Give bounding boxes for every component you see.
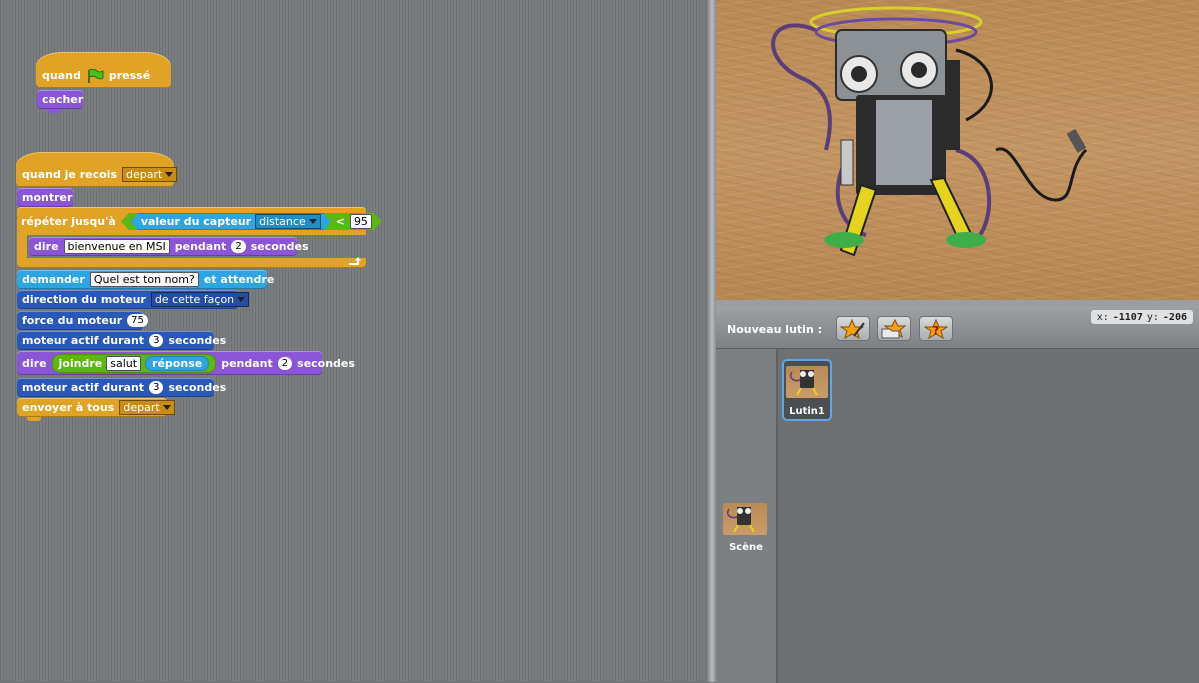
say-for-secs-block[interactable]: dire bienvenue en MSI pendant 2 secondes [29,237,309,256]
receive-message-value: depart [126,168,163,181]
pane-splitter[interactable] [708,0,716,682]
answer-reporter[interactable]: réponse [145,355,210,371]
less-than-operator[interactable]: valeur du capteur distance < 95 [121,213,382,230]
motor-on-unit-label: secondes [168,334,227,347]
script-area[interactable]: quand pressé cacher quand je recois depa… [0,0,708,682]
sensor-value-label: valeur du capteur [140,215,252,228]
join-text-input[interactable]: salut [106,355,142,371]
show-label: montrer [22,191,73,204]
show-block[interactable]: montrer [17,188,73,207]
sprite1-label: Lutin1 [789,406,825,417]
motor-direction-value: de cette façon [154,293,235,306]
svg-text:?: ? [933,324,939,337]
new-sprite-label: Nouveau lutin : [727,323,822,336]
hide-block[interactable]: cacher [37,90,84,113]
motor-on2-secs-input[interactable]: 3 [149,381,164,394]
say-join-block[interactable]: dire joindre salut réponse pendant 2 sec… [17,351,355,375]
motor-direction-label: direction du moteur [22,293,146,306]
motor-direction-dropdown[interactable]: de cette façon [150,292,250,307]
motor-on-for-block-2[interactable]: moteur actif durant 3 secondes [17,378,226,397]
say-unit-label: secondes [250,240,309,253]
motor-power-label: force du moteur [22,314,123,327]
chevron-down-icon [165,172,174,177]
say2-label: dire [22,356,47,370]
x-label: x: [1096,311,1109,323]
broadcast-block[interactable]: envoyer à tous depart [17,398,175,421]
robot-thumbnail-image [726,507,755,533]
stage[interactable] [716,0,1199,302]
less-than-sign: < [335,215,345,228]
receive-message-dropdown[interactable]: depart [122,167,178,182]
hat-clicked-label: pressé [108,69,151,82]
repeat-until-label: répéter jusqu'à [21,215,116,228]
ask-and-wait-block[interactable]: demander Quel est ton nom? et attendre [17,270,274,289]
join-operator[interactable]: joindre salut réponse [51,353,217,373]
chevron-down-icon [309,219,317,224]
motor-on2-unit-label: secondes [168,381,227,394]
when-receive-label: quand je recois [22,168,118,181]
threshold-input[interactable]: 95 [350,214,372,229]
sprite-list-pane: Scène Lutin1 [716,348,1199,683]
ask-wait-label: et attendre [203,273,275,286]
say2-secs-input[interactable]: 2 [277,356,293,370]
stage-selector[interactable]: Scène [716,349,778,683]
say2-unit-label: secondes [297,356,355,370]
loop-arrow-icon [349,257,361,265]
say-for-label: pendant [174,240,227,253]
answer-label: réponse [152,356,203,370]
paint-new-sprite-button[interactable] [836,316,870,341]
motor-direction-block[interactable]: direction du moteur de cette façon [17,290,250,309]
say-secs-input[interactable]: 2 [231,240,246,253]
ask-label: demander [22,273,85,286]
broadcast-message-value: depart [123,401,160,414]
green-flag-icon [88,68,104,83]
join-label: joindre [58,356,103,370]
broadcast-label: envoyer à tous [22,401,115,414]
y-value: -206 [1162,311,1187,323]
broadcast-message-dropdown[interactable]: depart [119,400,175,415]
stage-thumbnail[interactable] [723,503,767,535]
y-label: y: [1146,311,1159,323]
chevron-down-icon [237,297,246,302]
sprite-tile-lutin1[interactable]: Lutin1 [782,359,832,421]
motor-on2-label: moteur actif durant [22,381,145,394]
robot-thumbnail-image [789,370,818,396]
choose-sprite-from-file-icon [881,318,907,338]
random-sprite-icon: ? [923,318,949,339]
new-sprite-bar: Nouveau lutin : ? x: -1107 y: -206 [716,306,1199,348]
when-i-receive-hat[interactable]: quand je recois depart [16,152,178,187]
motor-on-label: moteur actif durant [22,334,145,347]
motor-power-block[interactable]: force du moteur 75 [17,311,148,330]
chevron-down-icon [162,405,171,410]
mouse-coordinates: x: -1107 y: -206 [1090,310,1193,324]
say-text-input[interactable]: bienvenue en MSI [63,239,170,254]
motor-on-secs-input[interactable]: 3 [149,334,164,347]
paint-new-sprite-icon [840,318,865,339]
motor-power-input[interactable]: 75 [127,314,148,327]
motor-on-for-block[interactable]: moteur actif durant 3 secondes [17,331,226,350]
repeat-header: répéter jusqu'à valeur du capteur distan… [21,209,382,234]
sensor-value-reporter[interactable]: valeur du capteur distance [131,213,331,230]
stage-label: Scène [729,542,763,553]
hat-when-label: quand [42,69,81,82]
when-flag-clicked-hat[interactable]: quand pressé [36,52,171,88]
ask-text-input[interactable]: Quel est ton nom? [89,272,199,287]
choose-sprite-from-file-button[interactable] [877,316,911,341]
sensor-name-value: distance [259,215,306,228]
x-value: -1107 [1112,311,1143,323]
random-sprite-button[interactable]: ? [919,316,953,341]
say2-for-label: pendant [221,356,273,370]
say-label: dire [34,240,59,253]
robot-sprite-image[interactable] [716,0,1199,302]
sensor-name-dropdown[interactable]: distance [255,214,321,229]
hide-label: cacher [42,93,84,106]
sprite1-thumbnail [786,366,828,398]
